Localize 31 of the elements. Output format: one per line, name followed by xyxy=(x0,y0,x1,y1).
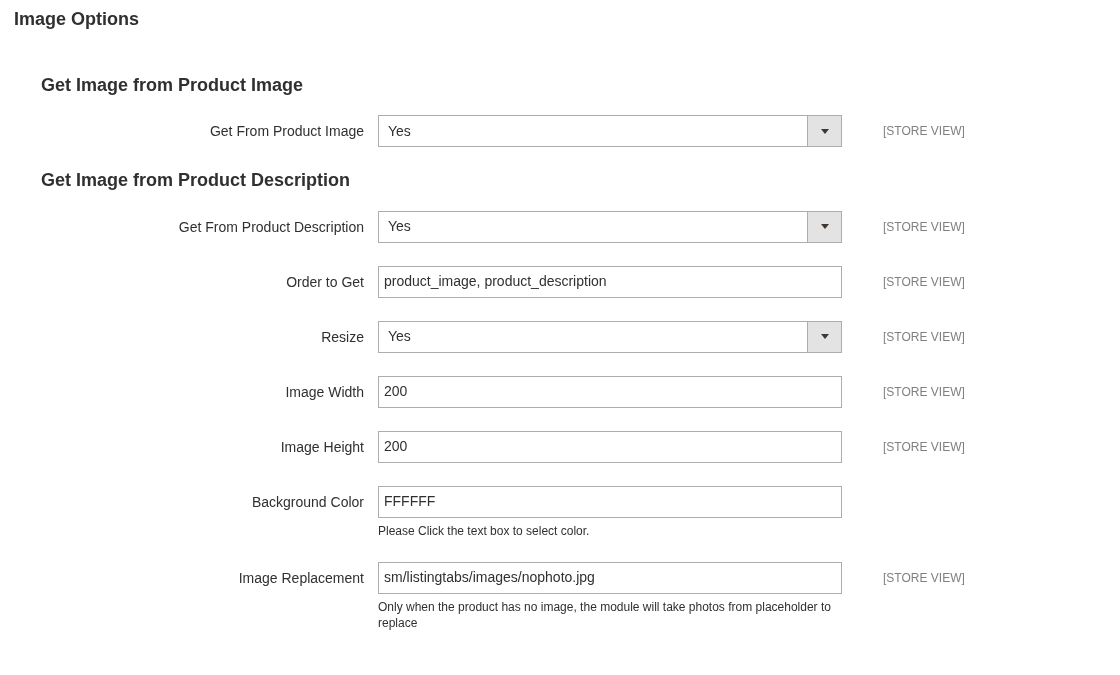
field-note: Please Click the text box to select color. xyxy=(378,522,591,539)
select-field[interactable]: Yes xyxy=(378,320,842,353)
select-field[interactable]: Yes xyxy=(378,115,842,148)
scope-label: [STORE VIEW] xyxy=(883,218,965,236)
field-label: Image Width xyxy=(284,382,365,402)
scope-label: [STORE VIEW] xyxy=(883,383,965,401)
scope-label: [STORE VIEW] xyxy=(883,438,965,456)
field-label: Resize xyxy=(320,327,365,347)
group-heading: Get Image from Product Description xyxy=(41,170,352,192)
scope-label: [STORE VIEW] xyxy=(883,569,965,587)
field-label: Image Replacement xyxy=(237,568,365,588)
input-field[interactable]: 200 xyxy=(378,375,842,408)
select-field[interactable]: Yes xyxy=(378,210,842,243)
input-field[interactable]: product_image, product_description xyxy=(378,265,842,298)
input-field[interactable]: sm/listingtabs/images/nophoto.jpg xyxy=(378,561,842,594)
field-label: Get From Product Image xyxy=(208,122,365,142)
field-label: Get From Product Description xyxy=(177,217,365,237)
field-label: Image Height xyxy=(279,437,365,457)
scope-label: [STORE VIEW] xyxy=(883,123,965,141)
scope-label: [STORE VIEW] xyxy=(883,328,965,346)
caret-icon xyxy=(820,334,829,340)
group-heading: Get Image from Product Image xyxy=(41,74,305,97)
field-note: Only when the product has no image, the module will take photos from placeholder to replace xyxy=(378,598,832,631)
input-field[interactable]: FFFFFF xyxy=(378,485,842,518)
section-title: Image Options xyxy=(14,9,140,31)
scope-label: [STORE VIEW] xyxy=(883,273,965,291)
field-label: Order to Get xyxy=(285,272,365,292)
caret-icon xyxy=(820,128,829,134)
field-label: Background Color xyxy=(250,492,365,512)
caret-icon xyxy=(820,224,829,230)
input-field[interactable]: 200 xyxy=(378,430,842,463)
